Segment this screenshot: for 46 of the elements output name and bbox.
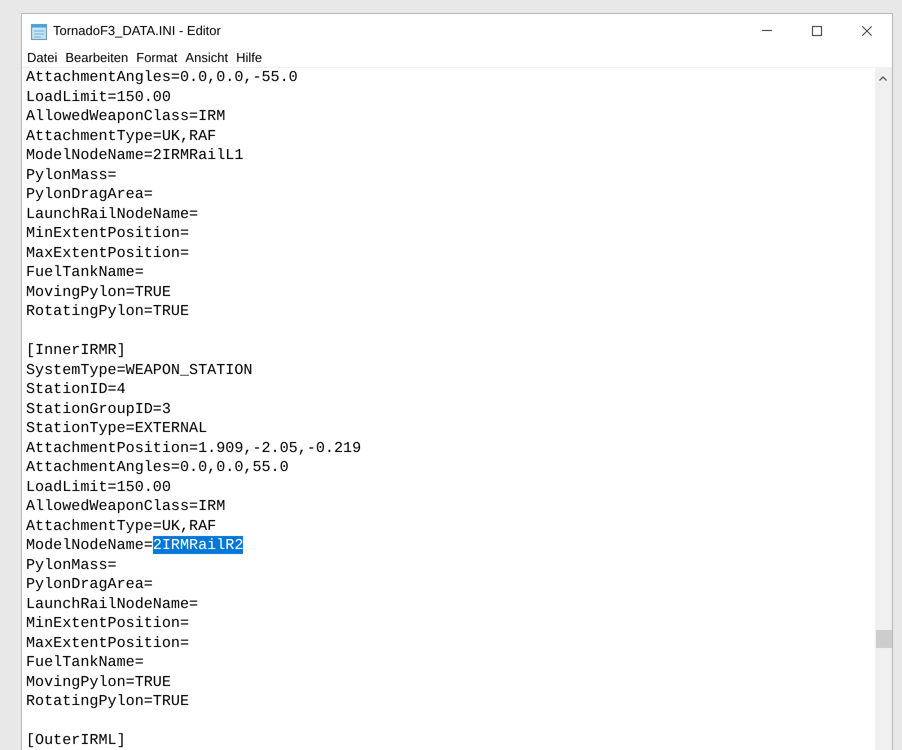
window-title: TornadoF3_DATA.INI - Editor xyxy=(53,23,221,38)
text-line: LaunchRailNodeName= xyxy=(26,204,198,222)
text-line: [InnerIRMR] xyxy=(26,341,126,359)
text-line: MovingPylon=TRUE xyxy=(26,282,171,300)
text-line: MovingPylon=TRUE xyxy=(26,672,171,690)
text-line: PylonDragArea= xyxy=(26,185,153,203)
text-line: LaunchRailNodeName= xyxy=(26,594,198,612)
menu-item[interactable]: Ansicht xyxy=(180,50,232,64)
text-line: StationID=4 xyxy=(26,380,126,398)
menu-item[interactable]: Bearbeiten xyxy=(60,50,132,64)
scroll-up-icon[interactable] xyxy=(879,76,887,81)
text-line: MinExtentPosition= xyxy=(26,224,190,242)
text-line: MinExtentPosition= xyxy=(26,614,190,632)
minimize-icon xyxy=(762,30,772,31)
text-line: ModelNodeName=2IRMRailL1 xyxy=(26,146,244,164)
close-icon xyxy=(862,26,872,36)
maximize-icon xyxy=(812,26,822,36)
menu-item[interactable]: Datei xyxy=(22,50,60,64)
text-line: RotatingPylon=TRUE xyxy=(26,692,190,710)
text-line: FuelTankName= xyxy=(26,653,144,671)
text-line: RotatingPylon=TRUE xyxy=(26,302,190,320)
text-line: LoadLimit=150.00 xyxy=(26,478,171,496)
text-line: PylonDragArea= xyxy=(26,575,153,593)
text-line: AttachmentAngles=0.0,0.0,55.0 xyxy=(26,458,289,476)
menu-item[interactable]: Format xyxy=(131,50,180,64)
text-line: StationGroupID=3 xyxy=(26,400,171,418)
text-line: LoadLimit=150.00 xyxy=(26,88,171,106)
text-line: MaxExtentPosition= xyxy=(26,244,190,262)
text-line: SystemType=WEAPON_STATION xyxy=(26,360,252,378)
text-line: PylonMass= xyxy=(26,166,117,184)
scrollbar-thumb[interactable] xyxy=(876,630,892,648)
text-line: AllowedWeaponClass=IRM xyxy=(26,107,226,125)
text-line: AllowedWeaponClass=IRM xyxy=(26,497,226,515)
text-line: FuelTankName= xyxy=(26,263,144,281)
text-line: [OuterIRML] xyxy=(26,731,126,749)
notepad-icon xyxy=(30,22,48,40)
text-line: MaxExtentPosition= xyxy=(26,634,190,652)
selected-text: 2IRMRailR2 xyxy=(152,536,244,554)
text-line: ModelNodeName= xyxy=(26,536,153,554)
menu-item[interactable]: Hilfe xyxy=(231,50,266,64)
text-line: StationType=EXTERNAL xyxy=(26,419,208,437)
text-line: AttachmentPosition=1.909,-2.05,-0.219 xyxy=(26,438,362,456)
text-line: AttachmentType=UK,RAF xyxy=(26,126,216,144)
text-line: AttachmentAngles=0.0,0.0,-55.0 xyxy=(26,68,298,86)
text-line: AttachmentType=UK,RAF xyxy=(26,516,216,534)
text-line: PylonMass= xyxy=(26,556,117,574)
